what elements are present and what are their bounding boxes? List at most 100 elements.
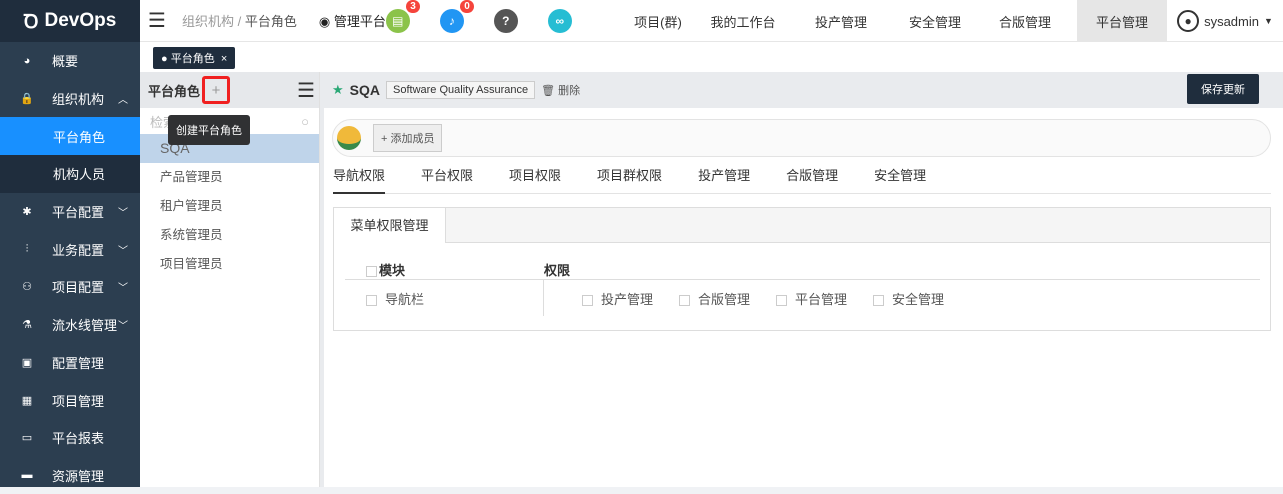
top-nav-item[interactable]: 合版管理 (980, 0, 1070, 42)
permission-tab[interactable]: 投产管理 (698, 166, 750, 194)
doc-badge: 3 (406, 0, 420, 13)
pipeline-icon: ⚗ (22, 319, 32, 332)
permission-checkbox[interactable] (679, 295, 691, 307)
user-menu[interactable]: ● sysadmin ▼ (1167, 0, 1283, 42)
sidebar-item-label: 平台报表 (52, 431, 105, 447)
permission-checkbox[interactable] (776, 295, 788, 307)
permission-label: 合版管理 (698, 292, 751, 307)
permission-checkbox[interactable] (873, 295, 885, 307)
add-member-button[interactable]: + 添加成员 (373, 124, 443, 152)
close-icon[interactable]: × (221, 53, 227, 65)
role-list-item[interactable]: 产品管理员 (140, 163, 319, 192)
divider (543, 280, 544, 316)
permission-label: 安全管理 (892, 292, 945, 307)
sidebar-item[interactable]: 🔒 组织机构 ︿ (0, 80, 140, 118)
permission-option[interactable]: 投产管理 (582, 289, 653, 308)
page-tab-platform-role[interactable]: ● 平台角色 × (153, 47, 236, 69)
permission-checkbox[interactable] (582, 295, 593, 307)
logo[interactable]: Ꝺ DevOps (0, 0, 140, 42)
sidebar-item[interactable]: ▣ 配置管理 (0, 344, 140, 382)
sidebar: Ꝺ DevOps ◕ 概要 🔒 组织机构 ︿ 平台角色 机构人员 ✱ 平台配置 ﹀ ⫶ 业务配置 ﹀ ⚇ 项目… (0, 0, 140, 487)
breadcrumb-org[interactable]: 组织机构 (182, 14, 234, 29)
menu-toggle-icon[interactable]: ☰ (148, 8, 166, 33)
col-module: 模块 (379, 263, 406, 278)
permission-tab[interactable]: 合版管理 (786, 166, 838, 194)
user-avatar-icon: ● (1177, 10, 1200, 32)
add-role-button[interactable]: + (202, 76, 231, 104)
permission-tabs: 导航权限 平台权限 项目权限 项目群权限 投产管理 合版管理 安全管理 (333, 166, 1271, 194)
sidebar-item[interactable]: ⚗ 流水线管理 ﹀ (0, 306, 140, 344)
module-checkbox[interactable] (366, 295, 377, 307)
sidebar-item[interactable]: 平台角色 (0, 117, 140, 156)
role-list-item[interactable]: 系统管理员 (140, 221, 319, 250)
panel-title: 平台角色 (148, 83, 201, 99)
breadcrumb: 组织机构 / 平台角色 (182, 11, 297, 30)
sidebar-item-label: 资源管理 (52, 468, 105, 484)
manage-platform-link[interactable]: ◉ 管理平台 (319, 11, 386, 30)
help-icon[interactable]: ? (493, 8, 518, 33)
folder-icon: ▬ (21, 469, 33, 482)
breadcrumb-current: 平台角色 (244, 14, 297, 29)
chevron-down-icon: ﹀ (118, 245, 128, 257)
sidebar-item-label: 机构人员 (53, 167, 106, 183)
bell-icon[interactable]: ♪ 0 (439, 0, 474, 33)
permission-option[interactable]: 安全管理 (873, 289, 944, 308)
role-list-item[interactable]: 租户管理员 (140, 192, 319, 221)
logo-icon: Ꝺ (23, 12, 39, 33)
permission-tab[interactable]: 平台权限 (421, 166, 473, 194)
top-nav-item[interactable]: 安全管理 (890, 0, 980, 42)
col-permission: 权限 (544, 263, 571, 278)
permission-label: 投产管理 (601, 292, 654, 307)
permission-tab[interactable]: 安全管理 (874, 166, 926, 194)
star-icon: ★ (332, 82, 344, 97)
dashboard-icon: ◕ (23, 54, 31, 67)
document-icon[interactable]: ▤ 3 (385, 0, 420, 33)
save-button[interactable]: 保存更新 (1187, 74, 1259, 104)
project-icon: ⚇ (22, 281, 32, 294)
members-bar: + 添加成员 (332, 119, 1271, 157)
top-nav-item[interactable]: 我的工作台 (704, 0, 782, 42)
sidebar-item[interactable]: ✱ 平台配置 ﹀ (0, 193, 140, 231)
member-avatar[interactable] (337, 126, 361, 150)
chevron-down-icon: ﹀ (118, 208, 128, 220)
chevron-down-icon: ﹀ (118, 321, 128, 333)
role-name: SQA (349, 82, 380, 98)
permission-option[interactable]: 合版管理 (679, 289, 750, 308)
sidebar-item[interactable]: ▭ 平台报表 (0, 419, 140, 457)
permission-tab[interactable]: 项目权限 (509, 166, 561, 194)
top-nav-item[interactable]: 项目(群) (618, 0, 698, 42)
database-icon: ▣ (21, 356, 33, 369)
role-description: Software Quality Assurance (386, 81, 536, 99)
top-nav-item[interactable]: 平台管理 (1077, 0, 1167, 42)
sidebar-item-label: 业务配置 (52, 242, 105, 258)
list-menu-icon[interactable]: ☰ (297, 78, 315, 103)
role-list-item[interactable]: 项目管理员 (140, 250, 319, 279)
tab-menu-permission[interactable]: 菜单权限管理 (334, 208, 446, 243)
sidebar-item[interactable]: ⫶ 业务配置 ﹀ (0, 230, 140, 268)
sidebar-item[interactable]: ◕ 概要 (0, 42, 140, 80)
tooltip: 创建平台角色 (168, 115, 250, 145)
sidebar-item-label: 配置管理 (52, 355, 105, 371)
delete-button[interactable]: 🗑 删除 (541, 82, 580, 98)
delete-label: 删除 (558, 85, 581, 97)
eye-icon: ◉ (318, 14, 331, 29)
sidebar-item[interactable]: ▬ 资源管理 (0, 457, 140, 494)
top-nav-item[interactable]: 投产管理 (796, 0, 886, 42)
link-icon[interactable]: ∞ (547, 8, 572, 33)
permission-tab[interactable]: 项目群权限 (597, 166, 662, 194)
role-detail-panel: ★ SQA Software Quality Assurance 🗑 删除 保存… (320, 72, 1283, 487)
sidebar-item[interactable]: ▦ 项目管理 (0, 381, 140, 419)
monitor-icon: ▭ (21, 432, 33, 445)
permission-tab[interactable]: 导航权限 (333, 166, 386, 194)
permission-option[interactable]: 平台管理 (776, 289, 847, 308)
bell-badge: 0 (460, 0, 474, 13)
lock-icon: 🔒 (20, 93, 34, 106)
menu-permission-box: 菜单权限管理 模块 权限 导航栏 投产管理 合版管理 平台管理 安全管理 (333, 207, 1271, 331)
sidebar-item[interactable]: 机构人员 (0, 155, 140, 193)
username: sysadmin (1204, 13, 1259, 29)
sidebar-item[interactable]: ⚇ 项目配置 ﹀ (0, 268, 140, 306)
grid-icon: ▦ (21, 394, 33, 407)
select-all-checkbox[interactable] (366, 266, 377, 278)
module-name: 导航栏 (385, 292, 425, 307)
caret-down-icon: ▼ (1264, 16, 1273, 26)
